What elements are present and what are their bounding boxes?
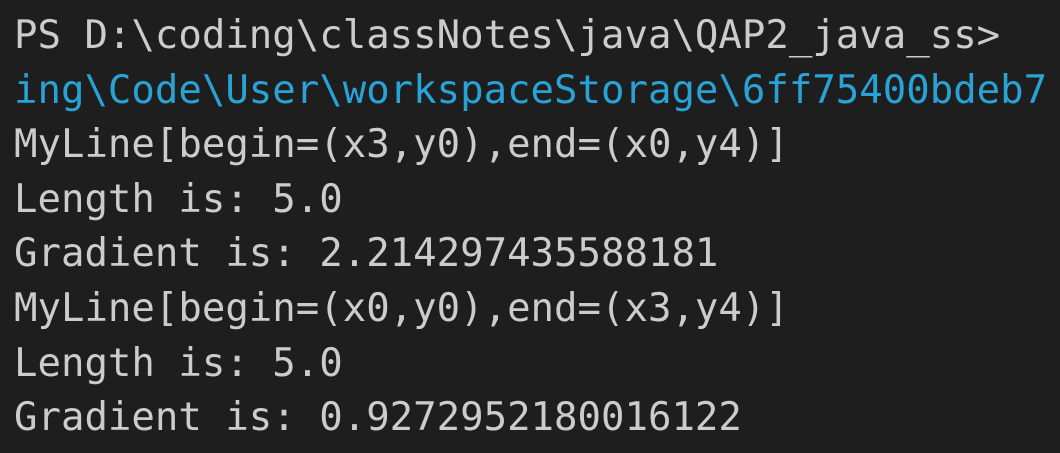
terminal-path-link[interactable]: ing\Code\User\workspaceStorage\6ff75400b… (14, 64, 1060, 119)
terminal-output-line: MyLine[begin=(x0,y0),end=(x3,y4)] (14, 285, 789, 331)
terminal-output-line: Gradient is: 0.9272952180016122 (14, 395, 742, 441)
terminal-output-line: Length is: 5.0 (14, 340, 343, 386)
terminal-output-line: Gradient is: 2.214297435588181 (14, 231, 719, 277)
terminal-panel[interactable]: PS D:\coding\classNotes\java\QAP2_java_s… (0, 0, 1060, 453)
terminal-prompt-line: PS D:\coding\classNotes\java\QAP2_java_s… (14, 13, 1001, 58)
terminal-output-line: MyLine[begin=(x3,y0),end=(x0,y4)] (14, 122, 789, 168)
terminal-output-line: Length is: 5.0 (14, 176, 343, 222)
